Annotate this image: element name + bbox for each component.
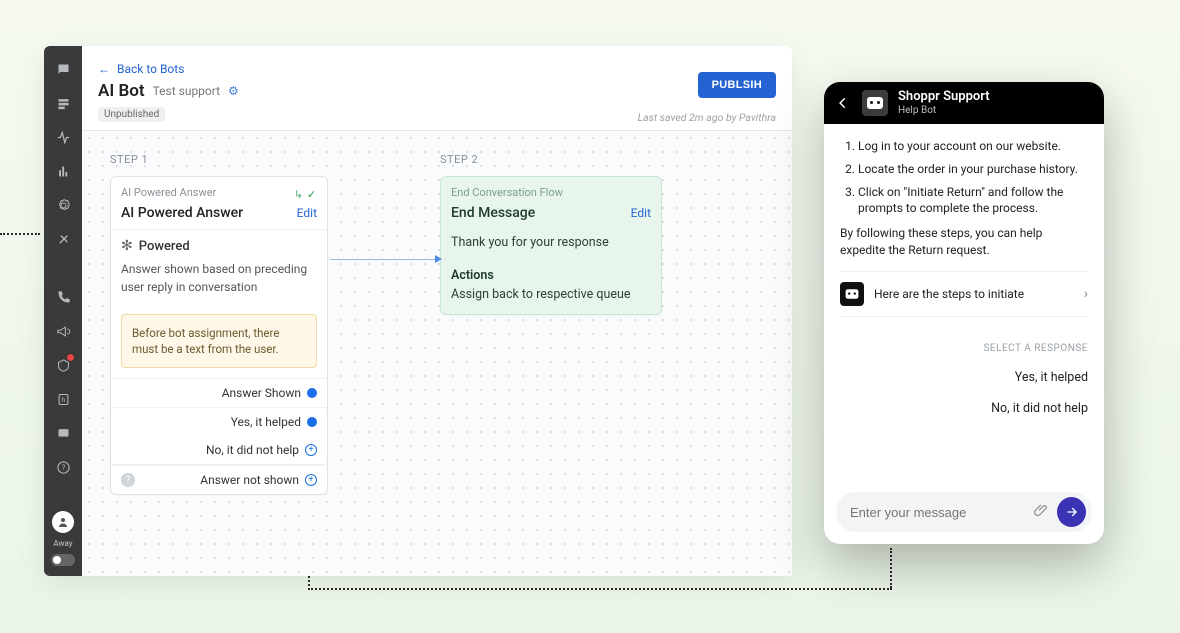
branch-label: Answer Shown: [222, 386, 301, 400]
branch-label: Answer not shown: [200, 473, 299, 487]
branch-answer-shown[interactable]: Answer Shown: [111, 379, 327, 407]
page-subtitle: Test support: [153, 84, 220, 98]
step2-label: STEP 2: [440, 153, 662, 166]
help-icon[interactable]: ?: [54, 458, 72, 476]
svg-text:h: h: [61, 396, 65, 404]
phone-header: Shoppr Support Help Bot: [824, 82, 1104, 124]
back-label: Back to Bots: [117, 62, 184, 76]
steps-list: Log in to your account on our website. L…: [840, 138, 1088, 217]
user-avatar[interactable]: [52, 511, 74, 533]
tools-icon[interactable]: [54, 230, 72, 248]
analytics-icon[interactable]: [54, 162, 72, 180]
messages-icon[interactable]: [54, 60, 72, 78]
message-input[interactable]: [850, 505, 1026, 520]
card2-actions-desc: Assign back to respective queue: [441, 287, 661, 314]
branch-yes-helped[interactable]: Yes, it helped: [111, 408, 327, 436]
library-icon[interactable]: h: [54, 390, 72, 408]
campaigns-icon[interactable]: [54, 322, 72, 340]
expandable-row[interactable]: Here are the steps to initiate ›: [840, 271, 1088, 317]
status-badge: Unpublished: [98, 107, 165, 122]
branch-icon: ↳: [294, 188, 304, 198]
branch-label: Yes, it helped: [231, 415, 301, 429]
bot-avatar-icon: [840, 282, 864, 306]
flow-connector: [330, 259, 440, 261]
phone-title: Shoppr Support: [898, 90, 990, 104]
card-ai-powered-answer[interactable]: AI Powered Answer ↳ ✓ AI Powered Answer …: [110, 176, 328, 495]
publish-button[interactable]: PUBLSIH: [698, 72, 776, 98]
gear-icon[interactable]: ⚙: [228, 84, 239, 98]
attachment-icon[interactable]: [1034, 503, 1049, 522]
settings-icon[interactable]: [54, 196, 72, 214]
powered-label: Powered: [139, 239, 190, 254]
inbox-icon[interactable]: [54, 94, 72, 112]
step1-label: STEP 1: [110, 153, 328, 166]
chat-preview-phone: Shoppr Support Help Bot Log in to your a…: [824, 82, 1104, 544]
card-end-message[interactable]: End Conversation Flow End Message Edit T…: [440, 176, 662, 315]
select-response-label: SELECT A RESPONSE: [840, 343, 1088, 354]
card2-eyebrow: End Conversation Flow: [451, 186, 563, 199]
phone-subtitle: Help Bot: [898, 105, 990, 116]
bot-avatar: [862, 90, 888, 116]
deco-line: [308, 576, 310, 590]
card2-title: End Message: [451, 205, 535, 221]
list-item: Click on "Initiate Return" and follow th…: [858, 184, 1088, 218]
phone-body: Log in to your account on our website. L…: [824, 124, 1104, 434]
response-option-yes[interactable]: Yes, it helped: [840, 362, 1088, 393]
card2-actions-header: Actions: [441, 260, 661, 287]
chevron-right-icon: ›: [1084, 286, 1088, 302]
status-label: Away: [53, 539, 72, 548]
list-item: Log in to your account on our website.: [858, 138, 1088, 155]
spacer: [54, 264, 72, 272]
deco-line: [0, 233, 40, 235]
app-window: h ? Away ← Back to Bots AI Bot Test supp…: [44, 46, 792, 576]
add-branch-icon[interactable]: +: [305, 474, 317, 486]
list-item: Locate the order in your purchase histor…: [858, 161, 1088, 178]
branch-answer-not-shown[interactable]: ? Answer not shown +: [111, 466, 327, 494]
add-branch-icon[interactable]: +: [305, 444, 317, 456]
send-button[interactable]: [1057, 497, 1086, 527]
card1-title: AI Powered Answer: [121, 205, 243, 221]
phone-icon[interactable]: [54, 288, 72, 306]
content-area: ← Back to Bots AI Bot Test support ⚙ Unp…: [82, 46, 792, 576]
header: ← Back to Bots AI Bot Test support ⚙ Unp…: [82, 46, 792, 131]
check-icon: ✓: [307, 188, 317, 198]
card1-edit-link[interactable]: Edit: [297, 206, 317, 220]
card2-body: Thank you for your response: [441, 229, 661, 260]
notifications-icon[interactable]: [54, 356, 72, 374]
card2-edit-link[interactable]: Edit: [631, 206, 651, 220]
card1-eyebrow: AI Powered Answer: [121, 186, 216, 199]
page-title: AI Bot: [98, 81, 145, 101]
connector-dot: [307, 417, 317, 427]
activity-icon[interactable]: [54, 128, 72, 146]
back-icon[interactable]: [834, 94, 852, 112]
branch-label: No, it did not help: [206, 443, 299, 457]
last-saved-text: Last saved 2m ago by Pavithra: [638, 111, 776, 124]
back-link[interactable]: ← Back to Bots: [98, 62, 184, 76]
status-toggle[interactable]: [51, 554, 75, 566]
sidebar: h ? Away: [44, 46, 82, 576]
response-option-no[interactable]: No, it did not help: [840, 393, 1088, 424]
deco-line: [308, 588, 892, 590]
card1-description: Answer shown based on preceding user rep…: [121, 260, 317, 296]
flow-canvas[interactable]: STEP 1 AI Powered Answer ↳ ✓ AI Powered …: [82, 131, 792, 576]
svg-text:?: ?: [61, 464, 64, 472]
connector-dot: [307, 388, 317, 398]
sparkle-icon: ✻: [121, 238, 133, 254]
branch-no-help[interactable]: No, it did not help +: [111, 436, 327, 464]
followup-text: By following these steps, you can help e…: [840, 225, 1088, 259]
deco-line: [890, 548, 892, 588]
chat-icon[interactable]: [54, 424, 72, 442]
help-icon: ?: [121, 473, 135, 487]
message-composer: [836, 492, 1092, 532]
row-text: Here are the steps to initiate: [874, 287, 1074, 301]
card1-notice: Before bot assignment, there must be a t…: [121, 314, 317, 368]
